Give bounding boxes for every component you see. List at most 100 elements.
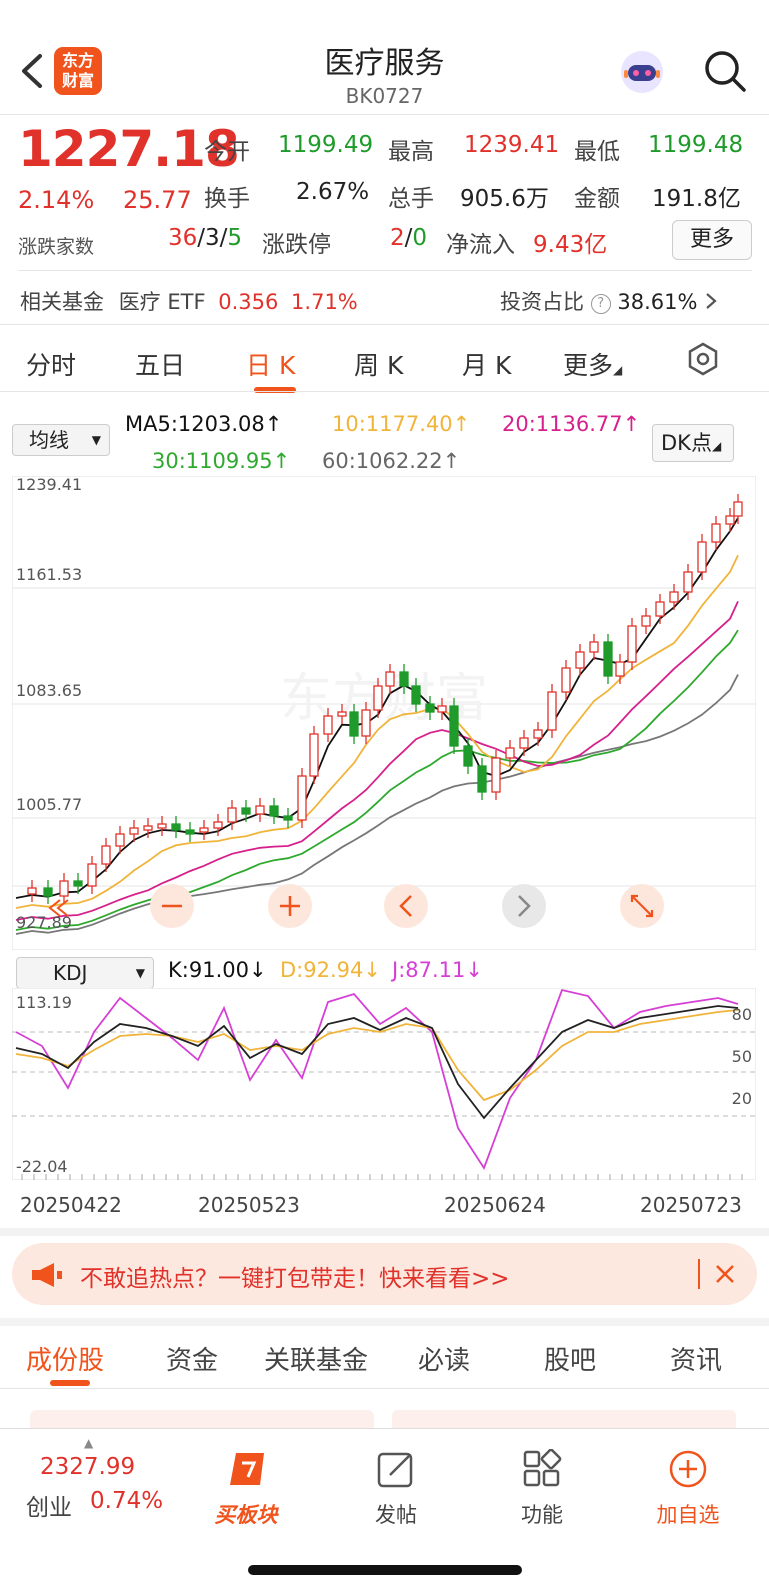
tab-weekly-k[interactable]: 周 K	[354, 346, 403, 382]
candle-body	[533, 729, 543, 739]
section-gap	[0, 1228, 769, 1236]
candle-body	[129, 827, 139, 835]
kdj-level-80: 80	[732, 1005, 752, 1024]
related-fund-row[interactable]: 相关基金 医疗 ETF 0.356 1.71%	[20, 286, 358, 316]
candle-body	[337, 711, 347, 717]
close-icon[interactable]	[715, 1264, 735, 1284]
candle-body	[519, 737, 529, 749]
candle-body	[603, 641, 613, 677]
promo-banner-text[interactable]: 不敢追热点？一键打包带走！快来看看>>	[80, 1259, 510, 1293]
dk-point-button[interactable]: DK点◢	[652, 424, 734, 462]
candle-body	[725, 515, 735, 525]
more-button[interactable]: 更多	[672, 220, 752, 260]
scroll-left-button[interactable]	[384, 884, 428, 928]
candle-body	[255, 805, 265, 815]
add-watchlist-button[interactable]: 加自选	[638, 1449, 738, 1529]
candle-body	[437, 705, 447, 713]
low-value: 1199.48	[648, 132, 744, 158]
tab-must-read[interactable]: 必读	[418, 1340, 470, 1377]
netflow-value: 9.43亿	[533, 232, 608, 258]
tab-more[interactable]: 更多◢	[563, 346, 622, 382]
updown-count-label: 涨跌家数	[18, 236, 95, 258]
candle-body	[491, 757, 501, 793]
help-icon[interactable]: ?	[590, 294, 611, 314]
ma60-value: 60:1062.22↑	[322, 449, 461, 473]
tab-news[interactable]: 资讯	[670, 1340, 722, 1377]
candle-body	[425, 703, 435, 713]
candle-body	[27, 887, 37, 895]
sub-indicator-select[interactable]: KDJ ▼	[16, 957, 154, 989]
candle-body	[733, 501, 743, 517]
tab-monthly-k[interactable]: 月 K	[462, 346, 511, 382]
candle-body	[641, 615, 651, 627]
kdj-d-value: D:92.94↓	[280, 958, 381, 982]
functions-button[interactable]: 功能	[492, 1448, 592, 1529]
tab-forum[interactable]: 股吧	[544, 1340, 596, 1377]
tab-related-funds[interactable]: 关联基金	[264, 1340, 368, 1377]
indicator-select[interactable]: 均线 ▼	[12, 424, 110, 456]
candle-body	[697, 541, 707, 573]
kdj-level-50: 50	[732, 1047, 752, 1066]
candle-body	[449, 705, 459, 747]
netflow-label: 净流入	[446, 232, 515, 258]
divider	[0, 391, 769, 392]
home-indicator	[248, 1565, 522, 1575]
active-tab-indicator	[254, 387, 296, 393]
amount-label: 金额	[574, 186, 620, 212]
updown-count: 36/3/5	[168, 225, 243, 251]
zoom-out-button[interactable]	[150, 884, 194, 928]
buy-sector-button[interactable]: 买板块	[196, 1449, 296, 1529]
candle-body	[349, 711, 359, 737]
candle-body	[411, 685, 421, 705]
fullscreen-button[interactable]	[620, 884, 664, 928]
high-value: 1239.41	[464, 132, 560, 158]
index-name[interactable]: 创业	[26, 1488, 72, 1522]
investment-ratio[interactable]: 投资占比 ? 38.61%	[500, 286, 718, 316]
date-label-2: 20250523	[198, 1193, 300, 1217]
post-button[interactable]: 发帖	[346, 1449, 446, 1529]
candle-body	[143, 825, 153, 831]
turnover-value: 2.67%	[296, 179, 370, 205]
caret-up-icon: ▲	[84, 1436, 94, 1450]
edit-icon	[377, 1452, 413, 1488]
candle-body	[115, 833, 125, 847]
candle-body	[385, 671, 395, 687]
candle-body	[73, 880, 83, 887]
zoom-in-button[interactable]	[268, 884, 312, 928]
tab-funds-flow[interactable]: 资金	[166, 1340, 218, 1377]
scroll-right-button[interactable]	[502, 884, 546, 928]
price-axis-bottom: 927.89	[16, 913, 72, 932]
price-axis-l3: 1083.65	[16, 681, 82, 700]
ma30-value: 30:1109.95↑	[152, 449, 291, 473]
price-axis-l4: 1005.77	[16, 795, 82, 814]
kdj-axis-top: 113.19	[16, 993, 72, 1012]
tab-five-day[interactable]: 五日	[135, 346, 185, 382]
candle-body	[59, 880, 69, 897]
active-tab-indicator	[50, 1380, 90, 1386]
divider	[0, 1388, 769, 1389]
tab-constituents[interactable]: 成份股	[26, 1340, 104, 1377]
kdj-chart[interactable]: 113.19 -22.04 80 50 20	[12, 988, 756, 1180]
candle-body	[309, 733, 319, 777]
kline-chart[interactable]: 东方财富 1239.41 1161.53 1083.65 1005.77 927…	[12, 476, 756, 950]
settings-gear-icon[interactable]	[686, 342, 720, 376]
candle-body	[373, 685, 383, 711]
kdj-level-20: 20	[732, 1089, 752, 1108]
grid-icon	[523, 1448, 562, 1487]
plus-circle-icon	[669, 1450, 707, 1488]
candle-body	[361, 709, 371, 737]
robot-assistant-icon[interactable]	[618, 48, 666, 96]
section-gap	[0, 1318, 769, 1326]
tab-daily-k[interactable]: 日 K	[246, 346, 295, 382]
candle-body	[477, 765, 487, 793]
divider	[18, 270, 752, 271]
search-icon[interactable]	[702, 48, 748, 94]
kdj-k-value: K:91.00↓	[168, 958, 267, 982]
index-value[interactable]: 2327.99	[40, 1454, 135, 1480]
candle-body	[43, 887, 53, 897]
candle-body	[711, 523, 721, 543]
kdj-axis-bottom: -22.04	[16, 1157, 68, 1176]
candle-body	[463, 745, 473, 767]
tab-intraday[interactable]: 分时	[26, 346, 76, 382]
index-percent[interactable]: 0.74%	[90, 1488, 163, 1514]
